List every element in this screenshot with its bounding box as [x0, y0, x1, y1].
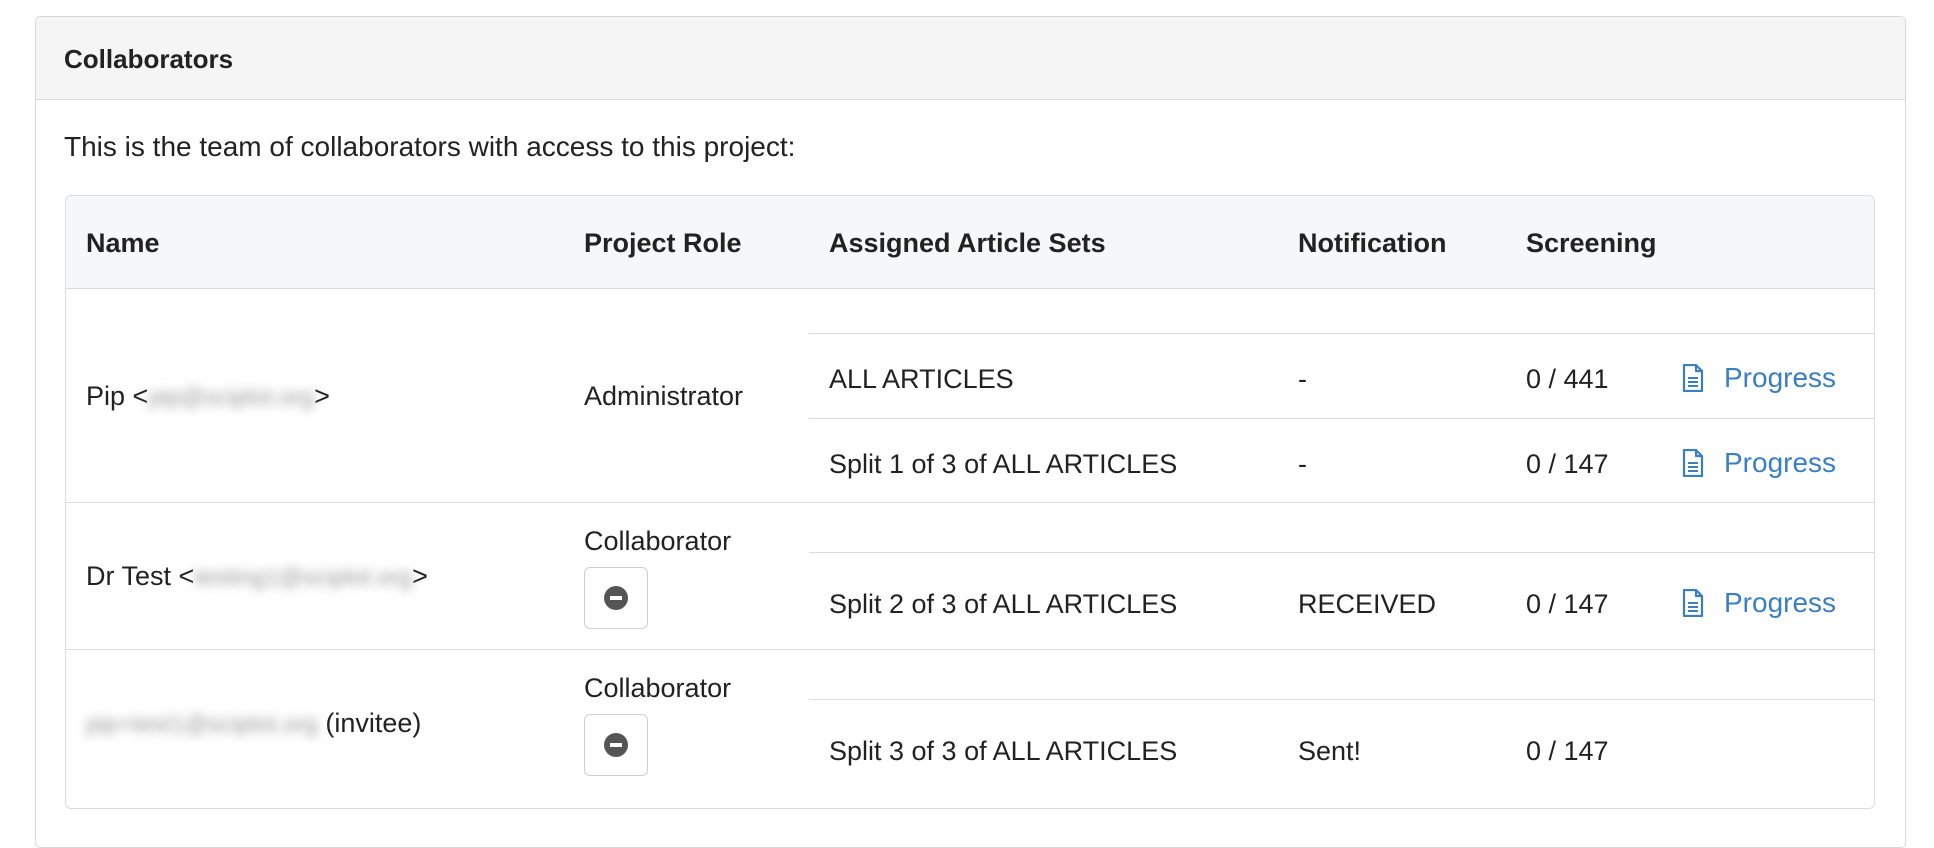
- progress-link[interactable]: Progress: [1682, 447, 1836, 479]
- notification-status: Sent!: [1298, 736, 1362, 766]
- article-set: Split 1 of 3 of ALL ARTICLES: [829, 449, 1178, 479]
- article-set: ALL ARTICLES: [829, 364, 1014, 394]
- progress-link[interactable]: Progress: [1682, 587, 1836, 619]
- header-name: Name: [86, 228, 160, 258]
- minus-circle-icon: [604, 586, 628, 610]
- remove-collaborator-button[interactable]: [584, 714, 648, 776]
- notification-status: -: [1298, 449, 1307, 479]
- row-divider: [809, 699, 1874, 700]
- screening-count: 0 / 147: [1526, 449, 1609, 479]
- minus-circle-icon: [604, 733, 628, 757]
- row-divider: [809, 333, 1874, 334]
- article-set: Split 3 of 3 of ALL ARTICLES: [829, 736, 1178, 766]
- notification-status: -: [1298, 364, 1307, 394]
- row-divider: [809, 418, 1874, 419]
- progress-link-label[interactable]: Progress: [1724, 362, 1836, 394]
- project-role: Collaborator: [584, 673, 732, 703]
- row-divider: [66, 649, 1874, 650]
- panel-title: Collaborators: [64, 44, 234, 74]
- collaborators-panel: Collaborators This is the team of collab…: [35, 16, 1906, 848]
- remove-collaborator-button[interactable]: [584, 567, 648, 629]
- header-assigned-article-sets: Assigned Article Sets: [829, 228, 1106, 258]
- notification-status: RECEIVED: [1298, 589, 1437, 619]
- collaborator-name-text: Pip: [86, 381, 126, 411]
- progress-link-label[interactable]: Progress: [1724, 587, 1836, 619]
- collaborator-name: pip+test1@sciplot.org (invitee): [86, 708, 421, 739]
- collaborator-name: Dr Test <testing1@sciplot.org>: [86, 561, 428, 591]
- project-role: Administrator: [584, 381, 744, 411]
- header-screening: Screening: [1526, 228, 1657, 258]
- screening-count: 0 / 147: [1526, 589, 1609, 619]
- row-divider: [66, 502, 1874, 503]
- row-divider: [809, 552, 1874, 553]
- progress-link[interactable]: Progress: [1682, 362, 1836, 394]
- collaborators-table: Name Project Role Assigned Article Sets …: [65, 195, 1875, 809]
- article-set: Split 2 of 3 of ALL ARTICLES: [829, 589, 1178, 619]
- collaborator-email: testing1@sciplot.org: [194, 563, 413, 591]
- header-project-role: Project Role: [584, 228, 742, 258]
- collaborator-email: pip@sciplot.org: [148, 383, 315, 411]
- project-role: Collaborator: [584, 526, 732, 556]
- screening-count: 0 / 441: [1526, 364, 1609, 394]
- panel-heading: Collaborators: [36, 17, 1905, 100]
- screening-count: 0 / 147: [1526, 736, 1609, 766]
- collaborator-email: pip+test1@sciplot.org: [86, 710, 318, 738]
- table-header: Name Project Role Assigned Article Sets …: [66, 196, 1874, 289]
- document-icon: [1682, 449, 1704, 477]
- header-notification: Notification: [1298, 228, 1447, 258]
- document-icon: [1682, 364, 1704, 392]
- intro-text: This is the team of collaborators with a…: [64, 131, 796, 162]
- collaborator-name: Pip <pip@sciplot.org>: [86, 381, 330, 411]
- collaborator-name-text: Dr Test: [86, 561, 172, 591]
- invitee-label: (invitee): [325, 708, 422, 738]
- progress-link-label[interactable]: Progress: [1724, 447, 1836, 479]
- document-icon: [1682, 589, 1704, 617]
